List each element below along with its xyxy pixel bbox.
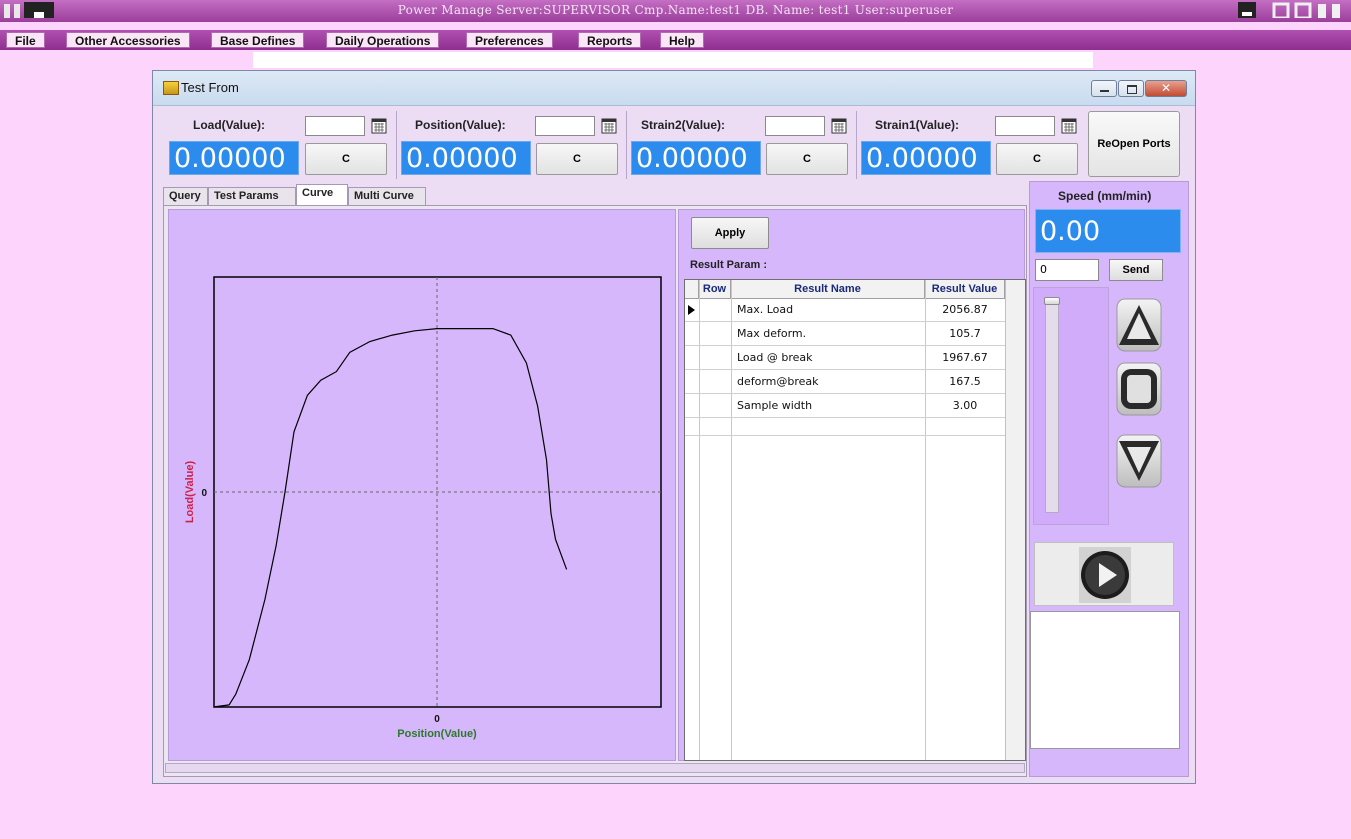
x-tick-label: 0 — [434, 714, 440, 725]
reopen-ports-button[interactable]: ReOpen Ports — [1088, 111, 1180, 177]
result-param-label: Result Param : — [690, 259, 768, 271]
window-titlebar: Test From ✕ — [153, 71, 1195, 106]
result-grid: Row Result Name Result Value Max. Load 2… — [684, 279, 1026, 761]
window-controls[interactable] — [1238, 2, 1348, 18]
test-form-window: Test From ✕ Load(Value): 0.00000 C Posit… — [152, 70, 1196, 784]
menu-base-defines[interactable]: Base Defines — [211, 32, 305, 48]
result-name-cell[interactable]: Max. Load — [737, 298, 793, 321]
calendar-icon[interactable] — [1061, 118, 1077, 134]
close-icon: ✕ — [1161, 81, 1172, 95]
current-row-indicator-icon — [688, 305, 695, 315]
result-name-cell[interactable]: deform@break — [737, 370, 819, 393]
speed-slider-thumb[interactable] — [1044, 297, 1060, 305]
grid-scrollbar[interactable] — [1005, 280, 1025, 760]
column-header-result-name[interactable]: Result Name — [731, 280, 925, 298]
calendar-icon[interactable] — [601, 118, 617, 134]
load-input[interactable] — [305, 116, 365, 136]
arrow-down-icon[interactable] — [1115, 433, 1163, 489]
row-header-corner — [685, 280, 699, 298]
result-value-cell[interactable]: 105.7 — [931, 322, 999, 345]
divider — [626, 111, 627, 179]
strain1-input[interactable] — [995, 116, 1055, 136]
menu-other-accessories[interactable]: Other Accessories — [66, 32, 190, 48]
send-button[interactable]: Send — [1109, 259, 1163, 281]
tab-curve[interactable]: Curve — [296, 184, 348, 206]
strain2-label: Strain2(Value): — [641, 118, 726, 132]
calendar-icon[interactable] — [371, 118, 387, 134]
play-icon[interactable] — [1079, 547, 1131, 603]
result-name-cell[interactable]: Max deform. — [737, 322, 806, 345]
strain2-value-display: 0.00000 — [631, 141, 761, 175]
strain2-input[interactable] — [765, 116, 825, 136]
speed-value-display: 0.00 — [1035, 209, 1181, 253]
table-row[interactable] — [685, 418, 1005, 436]
position-input[interactable] — [535, 116, 595, 136]
y-axis-label: Load(Value) — [184, 460, 196, 523]
play-button-panel — [1034, 542, 1174, 606]
strain1-value-display: 0.00000 — [861, 141, 991, 175]
result-value-cell[interactable]: 2056.87 — [931, 298, 999, 321]
menu-daily-operations[interactable]: Daily Operations — [326, 32, 440, 48]
position-value-display: 0.00000 — [401, 141, 531, 175]
load-curve-line — [213, 328, 568, 708]
window-app-icon — [163, 81, 179, 95]
calendar-icon[interactable] — [831, 118, 847, 134]
tab-query[interactable]: Query — [163, 187, 208, 205]
divider — [856, 111, 857, 179]
grid-header: Row Result Name Result Value — [685, 280, 1025, 299]
stop-icon[interactable] — [1115, 361, 1163, 417]
load-label: Load(Value): — [193, 118, 266, 132]
strain1-label: Strain1(Value): — [875, 118, 960, 132]
apply-button[interactable]: Apply — [691, 217, 769, 249]
app-title: Power Manage Server:SUPERVISOR Cmp.Name:… — [397, 3, 954, 17]
table-row[interactable]: deform@break 167.5 — [685, 370, 1005, 394]
maximize-icon — [1127, 85, 1137, 94]
speed-input[interactable]: 0 — [1035, 259, 1099, 281]
menu-reports[interactable]: Reports — [578, 32, 642, 48]
result-name-cell[interactable]: Load @ break — [737, 346, 813, 369]
close-button[interactable]: ✕ — [1145, 80, 1187, 97]
chart-panel: 0 0 Position(Value) Load(Value) — [168, 209, 676, 761]
load-value-display: 0.00000 — [169, 141, 299, 175]
window-title: Test From — [181, 80, 239, 95]
load-position-chart: 0 0 Position(Value) Load(Value) — [184, 276, 662, 740]
divider — [396, 111, 397, 179]
tab-multi-curve[interactable]: Multi Curve — [348, 187, 426, 205]
y-tick-label: 0 — [201, 488, 207, 499]
minimize-icon — [1100, 90, 1109, 92]
column-header-row[interactable]: Row — [699, 280, 731, 298]
menubar: File Other Accessories Base Defines Dail… — [0, 30, 1351, 50]
strain2-clear-button[interactable]: C — [766, 143, 848, 175]
toolbar-strip — [253, 52, 1093, 68]
log-output-box — [1030, 611, 1180, 749]
menu-file[interactable]: File — [6, 32, 45, 48]
app-titlebar: Power Manage Server:SUPERVISOR Cmp.Name:… — [0, 0, 1351, 22]
arrow-up-icon[interactable] — [1115, 297, 1163, 353]
menu-help[interactable]: Help — [660, 32, 705, 48]
speed-slider[interactable] — [1045, 297, 1059, 513]
load-clear-button[interactable]: C — [305, 143, 387, 175]
strain1-clear-button[interactable]: C — [996, 143, 1078, 175]
tab-test-params[interactable]: Test Params — [208, 187, 296, 205]
table-row[interactable]: Max. Load 2056.87 — [685, 298, 1005, 322]
menu-preferences[interactable]: Preferences — [466, 32, 553, 48]
maximize-button[interactable] — [1118, 80, 1144, 97]
table-row[interactable]: Max deform. 105.7 — [685, 322, 1005, 346]
result-value-cell[interactable]: 167.5 — [931, 370, 999, 393]
speed-label: Speed (mm/min) — [1058, 189, 1152, 203]
minimize-button[interactable] — [1091, 80, 1117, 97]
result-value-cell[interactable] — [931, 418, 999, 441]
result-name-cell[interactable]: Sample width — [737, 394, 812, 417]
table-row[interactable]: Load @ break 1967.67 — [685, 346, 1005, 370]
result-value-cell[interactable]: 3.00 — [931, 394, 999, 417]
position-clear-button[interactable]: C — [536, 143, 618, 175]
table-row[interactable]: Sample width 3.00 — [685, 394, 1005, 418]
position-label: Position(Value): — [415, 118, 506, 132]
x-axis-label: Position(Value) — [397, 728, 477, 740]
column-header-result-value[interactable]: Result Value — [925, 280, 1005, 298]
horizontal-scrollbar[interactable] — [165, 763, 1025, 773]
result-value-cell[interactable]: 1967.67 — [931, 346, 999, 369]
